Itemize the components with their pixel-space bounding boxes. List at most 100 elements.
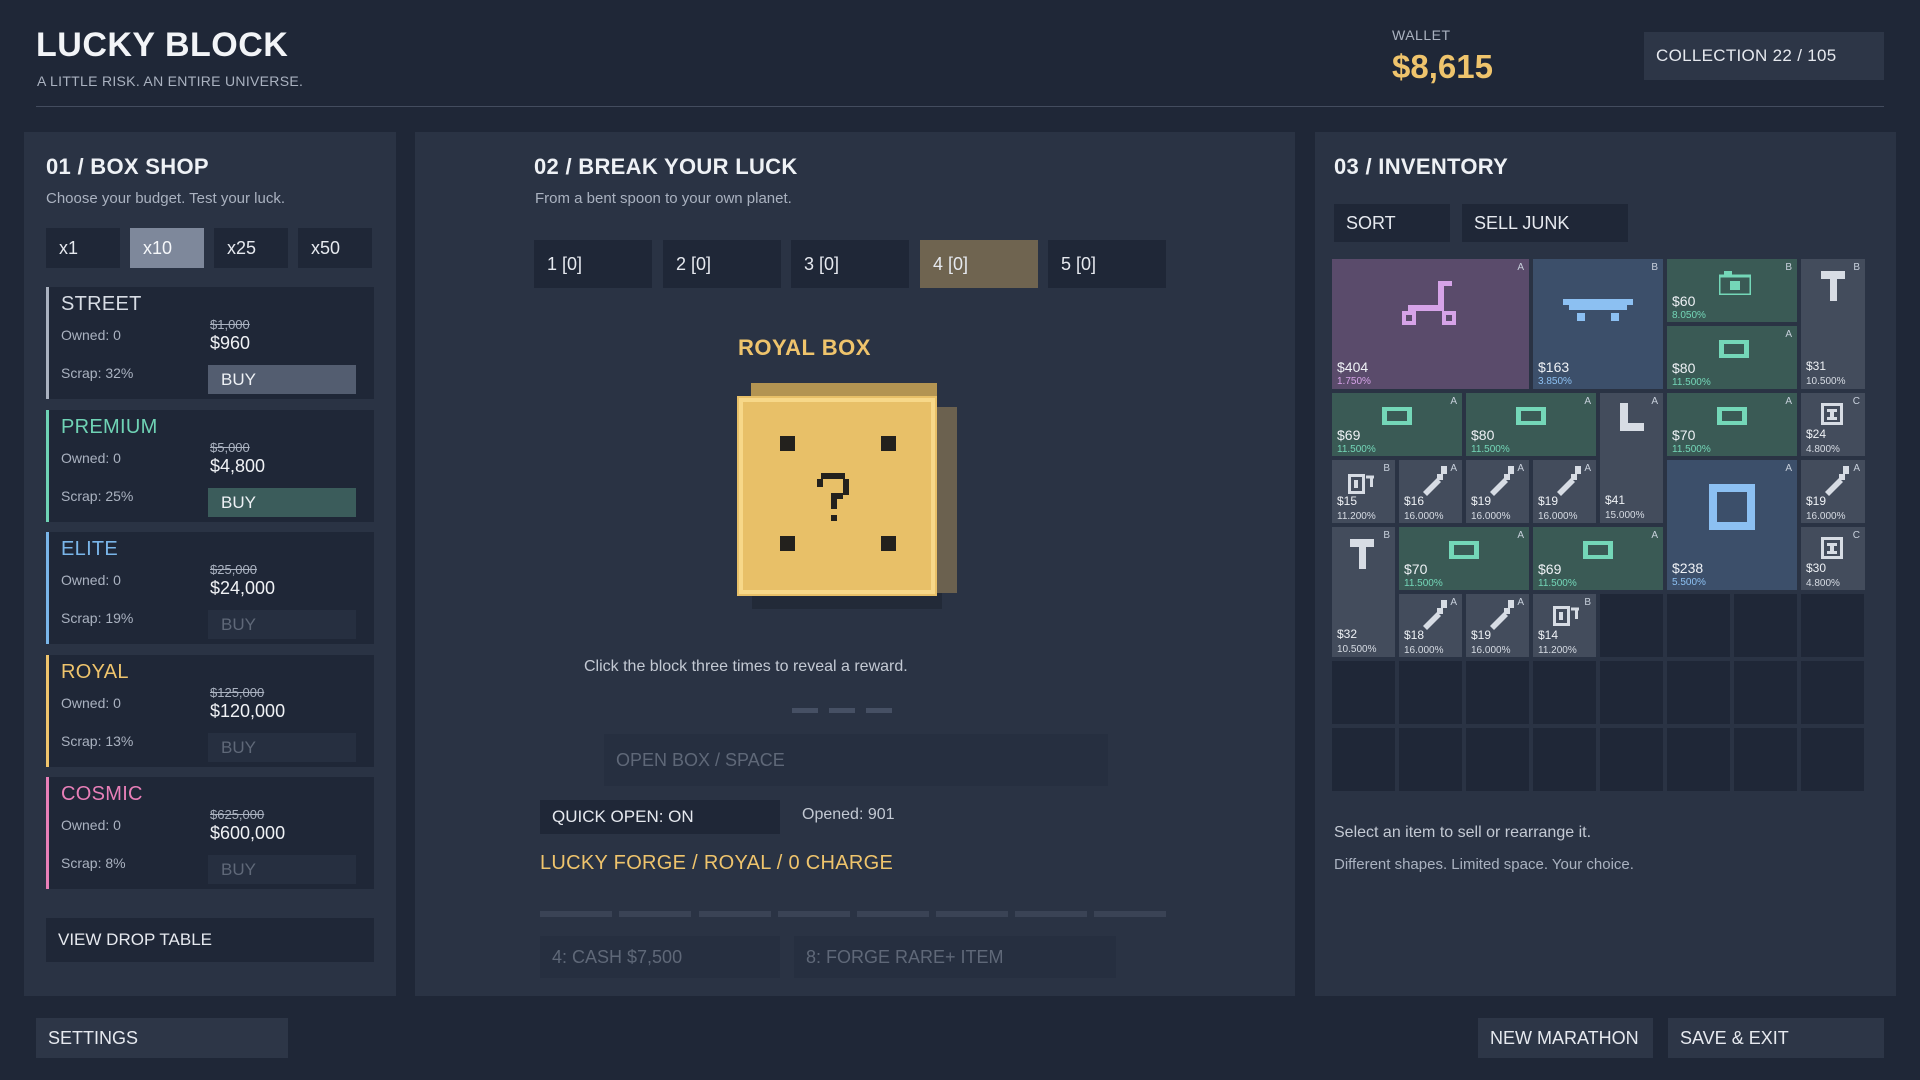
inventory-item-cash[interactable]: $80 11.500% A [1667, 326, 1797, 389]
item-price: $30 [1806, 561, 1827, 575]
lucky-block[interactable] [737, 381, 959, 611]
box-old-price: $125,000 [210, 685, 265, 700]
item-rank: B [1651, 262, 1658, 273]
inventory-item-frame[interactable]: $238 5.500% A [1667, 460, 1797, 590]
open-box-button[interactable]: OPEN BOX / SPACE [604, 734, 1108, 786]
forge-charge-segment [778, 911, 850, 917]
box-scrap: Scrap: 8% [61, 855, 126, 871]
sell-junk-button[interactable]: SELL JUNK [1462, 204, 1628, 242]
forge-charge-segment [1094, 911, 1166, 917]
save-exit-button[interactable]: SAVE & EXIT [1668, 1018, 1884, 1058]
collection-counter[interactable]: COLLECTION 22 / 105 [1644, 32, 1884, 80]
rarity-bar [46, 655, 49, 767]
item-rank: B [1785, 262, 1792, 273]
item-price: $31 [1806, 359, 1827, 373]
rarity-bar [46, 777, 49, 889]
skateboard-icon [1563, 299, 1633, 321]
inventory-item-spoon[interactable]: $19 16.000% A [1533, 460, 1596, 523]
box-name: PREMIUM [61, 416, 158, 438]
item-drop-rate: 15.000% [1605, 510, 1645, 521]
cash-icon [1719, 340, 1749, 358]
item-price: $19 [1471, 628, 1492, 642]
forge-charge-segment [1015, 911, 1087, 917]
box-price: $24,000 [210, 578, 276, 598]
item-rank: A [1517, 463, 1524, 474]
item-price: $19 [1806, 494, 1827, 508]
hammer-icon [1821, 271, 1845, 301]
inventory-instruction: Select an item to sell or rearrange it. [1334, 824, 1592, 841]
box-name: ELITE [61, 538, 119, 560]
buy-royal-button[interactable]: BUY [208, 733, 356, 762]
inventory-item-hammer[interactable]: $32 10.500% B [1332, 527, 1395, 657]
buy-street-button[interactable]: BUY [208, 365, 356, 394]
forge-status: LUCKY FORGE / ROYAL / 0 CHARGE [540, 852, 894, 874]
item-drop-rate: 16.000% [1806, 511, 1846, 522]
inventory-item-cash[interactable]: $70 11.500% A [1667, 393, 1797, 456]
box-price: $600,000 [210, 823, 286, 843]
box-slot-5[interactable]: 5 [0] [1048, 240, 1166, 288]
inventory-item-ticket[interactable]: $15 11.200% B [1332, 460, 1395, 523]
inventory-item-camera[interactable]: $60 8.050% B [1667, 259, 1797, 322]
rarity-bar [46, 410, 49, 522]
box-card-elite: ELITE Owned: 0 Scrap: 19% $25,000 $24,00… [46, 532, 374, 644]
item-drop-rate: 16.000% [1471, 511, 1511, 522]
item-rank: A [1785, 463, 1792, 474]
box-slot-1[interactable]: 1 [0] [534, 240, 652, 288]
inventory-item-spoon[interactable]: $16 16.000% A [1399, 460, 1462, 523]
item-drop-rate: 1.750% [1337, 376, 1371, 387]
settings-button[interactable]: SETTINGS [36, 1018, 288, 1058]
forge-reward-cash-button[interactable]: 4: CASH $7,500 [540, 936, 780, 978]
ticket-icon [1348, 474, 1374, 494]
item-rank: A [1450, 597, 1457, 608]
inventory-item-spool[interactable]: $24 4.800% C [1801, 393, 1865, 456]
inventory-item-cash[interactable]: $69 11.500% A [1332, 393, 1462, 456]
quantity-x25-button[interactable]: x25 [214, 228, 288, 268]
inventory-item-hammer[interactable]: $31 10.500% B [1801, 259, 1865, 389]
forge-charge-segment [540, 911, 612, 917]
view-drop-table-button[interactable]: VIEW DROP TABLE [46, 918, 374, 962]
item-rank: A [1517, 262, 1524, 273]
inventory-item-spoon[interactable]: $19 16.000% A [1466, 594, 1529, 657]
lucky-block-icon [737, 383, 957, 609]
new-marathon-button[interactable]: NEW MARATHON [1478, 1018, 1653, 1058]
inventory-item-ticket[interactable]: $14 11.200% B [1533, 594, 1596, 657]
box-price: $120,000 [210, 701, 286, 721]
buy-premium-button[interactable]: BUY [208, 488, 356, 517]
quantity-x50-button[interactable]: x50 [298, 228, 372, 268]
wallet-label: WALLET [1392, 27, 1451, 43]
inventory-item-spoon[interactable]: $19 16.000% A [1801, 460, 1865, 523]
box-old-price: $25,000 [210, 562, 257, 577]
forge-reward-item-button[interactable]: 8: FORGE RARE+ ITEM [794, 936, 1116, 978]
item-price: $69 [1538, 561, 1562, 577]
buy-cosmic-button[interactable]: BUY [208, 855, 356, 884]
inventory-item-cash[interactable]: $70 11.500% A [1399, 527, 1529, 590]
item-drop-rate: 16.000% [1404, 511, 1444, 522]
buy-elite-button[interactable]: BUY [208, 610, 356, 639]
box-card-cosmic: COSMIC Owned: 0 Scrap: 8% $625,000 $600,… [46, 777, 374, 889]
box-slot-3[interactable]: 3 [0] [791, 240, 909, 288]
item-price: $14 [1538, 628, 1559, 642]
quantity-x1-button[interactable]: x1 [46, 228, 120, 268]
quantity-x10-button[interactable]: x10 [130, 228, 204, 268]
item-drop-rate: 4.800% [1806, 578, 1840, 589]
box-price: $960 [210, 333, 251, 353]
inventory-item-skateboard[interactable]: $163 3.850% B [1533, 259, 1663, 389]
inventory-item-cash[interactable]: $69 11.500% A [1533, 527, 1663, 590]
inventory-item-spoon[interactable]: $19 16.000% A [1466, 460, 1529, 523]
inventory-item-spool[interactable]: $30 4.800% C [1801, 527, 1865, 590]
inventory-item-cash[interactable]: $80 11.500% A [1466, 393, 1596, 456]
item-drop-rate: 3.850% [1538, 376, 1572, 387]
box-name: ROYAL [61, 661, 129, 683]
box-name: STREET [61, 293, 142, 315]
cash-icon [1516, 407, 1546, 425]
inventory-item-sock[interactable]: $41 15.000% A [1600, 393, 1663, 523]
inventory-item-scooter[interactable]: $404 1.750% A [1332, 259, 1529, 389]
inventory-item-spoon[interactable]: $18 16.000% A [1399, 594, 1462, 657]
sort-button[interactable]: SORT [1334, 204, 1450, 242]
spool-icon [1821, 403, 1843, 425]
item-price: $70 [1672, 427, 1696, 443]
box-scrap: Scrap: 19% [61, 610, 134, 626]
quick-open-toggle[interactable]: QUICK OPEN: ON [540, 800, 780, 834]
box-slot-4[interactable]: 4 [0] [920, 240, 1038, 288]
box-slot-2[interactable]: 2 [0] [663, 240, 781, 288]
